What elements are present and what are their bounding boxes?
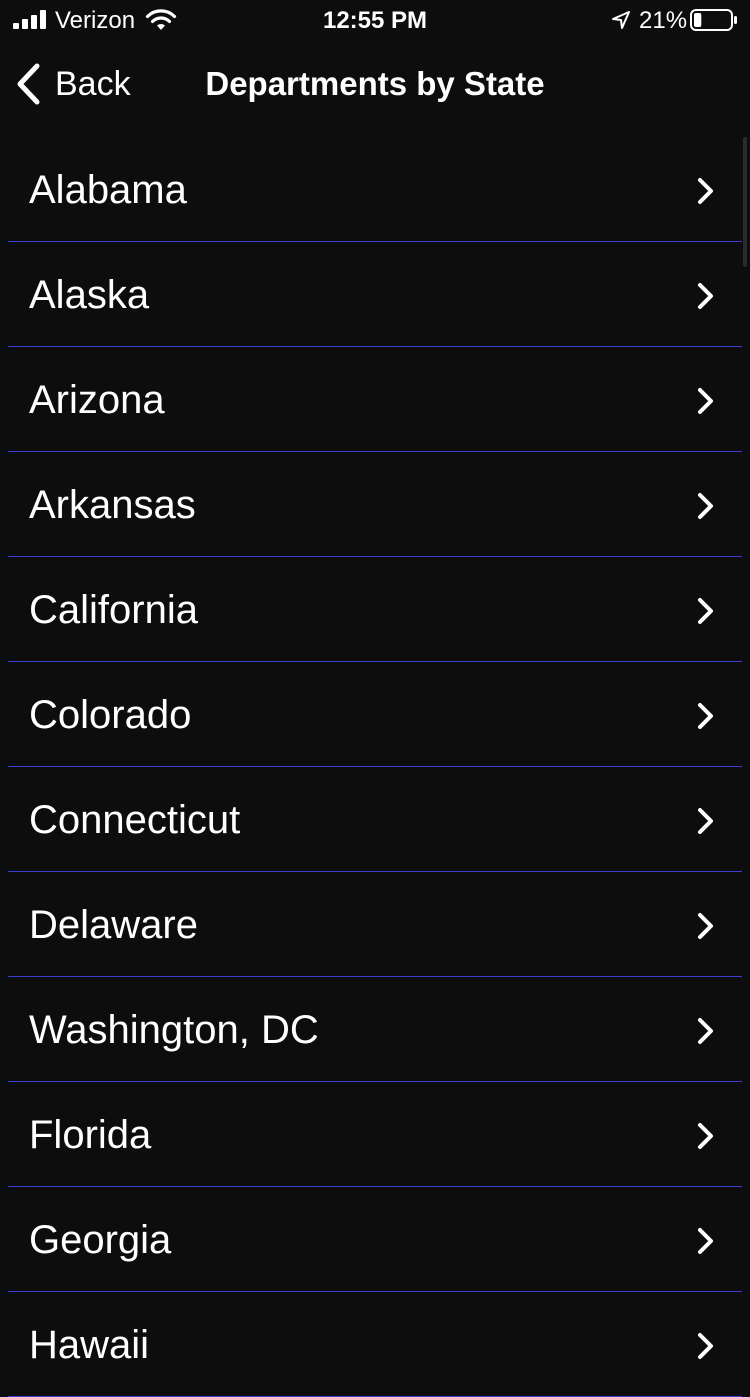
state-name: Hawaii [29,1323,150,1367]
state-name: Florida [29,1113,152,1157]
list-item[interactable]: Arizona [8,347,742,452]
navigation-bar: Back Departments by State [0,40,750,130]
list-item[interactable]: Hawaii [8,1292,742,1397]
state-name: Arkansas [29,483,196,527]
state-list: Alabama Alaska Arizona Arkansas California Co… [0,137,750,1397]
state-name: Washington, DC [29,1008,319,1052]
list-item[interactable]: Arkansas [8,452,742,557]
list-item[interactable]: Florida [8,1082,742,1187]
chevron-right-icon [698,1018,713,1044]
list-item[interactable]: Colorado [8,662,742,767]
list-item[interactable]: Alaska [8,242,742,347]
chevron-right-icon [698,178,713,204]
chevron-right-icon [698,598,713,624]
battery-percentage: 21% [639,7,688,34]
state-name: Delaware [29,903,198,947]
state-name: California [29,588,198,632]
chevron-right-icon [698,1228,713,1254]
list-item[interactable]: Washington, DC [8,977,742,1082]
list-item[interactable]: Alabama [8,137,742,242]
status-bar: Verizon 12:55 PM 21% [0,0,750,40]
state-name: Georgia [29,1218,172,1262]
chevron-right-icon [698,808,713,834]
state-name: Alaska [29,273,150,317]
clock: 12:55 PM [322,7,428,34]
scroll-indicator[interactable] [743,137,747,267]
list-item[interactable]: Connecticut [8,767,742,872]
state-name: Connecticut [29,798,241,842]
chevron-right-icon [698,1333,713,1359]
chevron-right-icon [698,388,713,414]
chevron-right-icon [698,1123,713,1149]
location-arrow-icon [612,11,630,29]
page-title: Departments by State [205,65,545,102]
state-name: Alabama [29,168,187,212]
state-name: Colorado [29,693,192,737]
chevron-right-icon [698,283,713,309]
chevron-right-icon [698,913,713,939]
state-name: Arizona [29,378,165,422]
battery-icon [690,9,737,31]
list-item[interactable]: California [8,557,742,662]
chevron-right-icon [698,703,713,729]
list-item[interactable]: Georgia [8,1187,742,1292]
list-item[interactable]: Delaware [8,872,742,977]
chevron-right-icon [698,493,713,519]
